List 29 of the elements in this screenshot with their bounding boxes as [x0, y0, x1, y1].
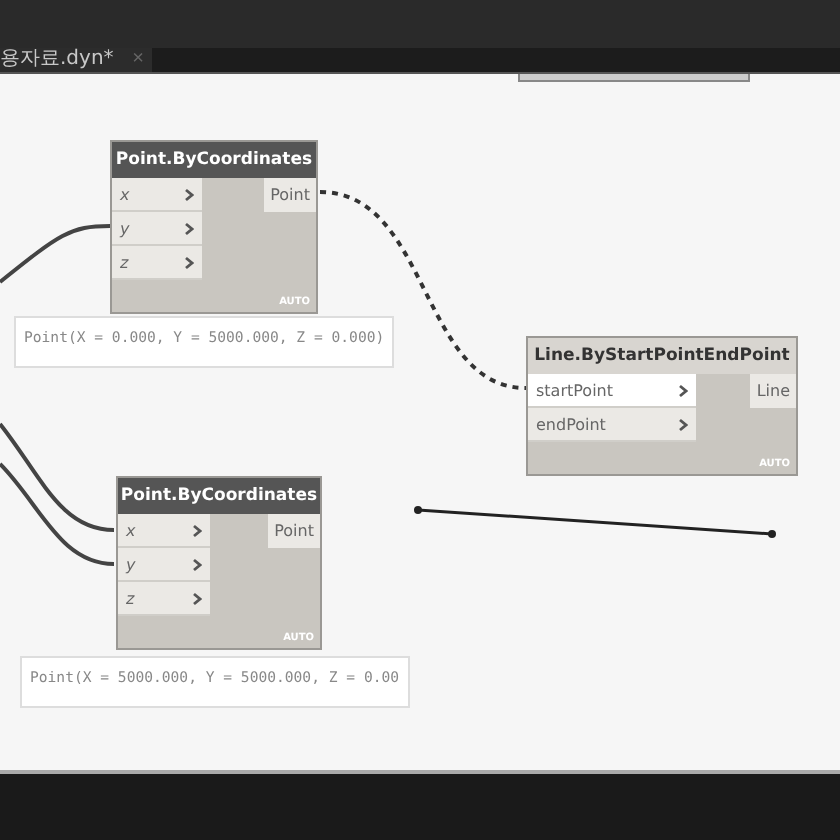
wire	[0, 224, 111, 284]
chevron-icon	[678, 383, 688, 397]
input-port[interactable]: x	[112, 178, 202, 212]
input-port[interactable]: y	[118, 548, 210, 582]
chevron-icon	[184, 221, 194, 235]
node-title: Line.ByStartPointEndPoint	[528, 338, 796, 374]
node-title: Point.ByCoordinates	[112, 142, 316, 178]
chevron-icon	[678, 417, 688, 431]
output-port[interactable]: Point	[268, 514, 320, 548]
output-port[interactable]: Point	[264, 178, 316, 212]
node-title: Point.ByCoordinates	[118, 478, 320, 514]
scrollbar[interactable]	[518, 74, 750, 82]
close-button[interactable]: ×	[132, 50, 144, 70]
chevron-icon	[184, 255, 194, 269]
input-port[interactable]: endPoint	[528, 408, 696, 442]
input-port[interactable]: y	[112, 212, 202, 246]
file-tab[interactable]: 용자료.dyn* ×	[0, 48, 152, 72]
chevron-icon	[192, 591, 202, 605]
input-port[interactable]: z	[112, 246, 202, 280]
wire	[0, 462, 115, 566]
output-port[interactable]: Line	[750, 374, 796, 408]
chevron-icon	[184, 187, 194, 201]
input-port[interactable]: x	[118, 514, 210, 548]
chevron-icon	[192, 523, 202, 537]
tab-title: 용자료.dyn*	[0, 48, 114, 72]
chevron-icon	[192, 557, 202, 571]
input-port[interactable]: startPoint	[528, 374, 696, 408]
wire	[0, 422, 115, 532]
input-port[interactable]: z	[118, 582, 210, 616]
